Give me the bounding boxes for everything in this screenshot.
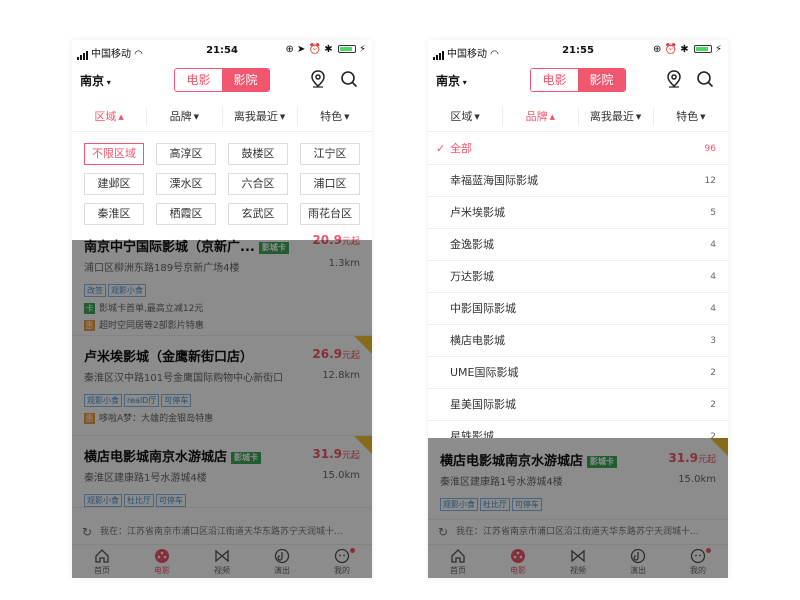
status-icons: ⊕ ➤ ⏰ ✱ ⚡ xyxy=(285,44,366,55)
area-option[interactable]: 浦口区 xyxy=(300,173,360,195)
segment-cinema[interactable]: 影院 xyxy=(222,69,269,91)
checkmark-icon: ✓ xyxy=(436,142,446,155)
area-option[interactable]: 六合区 xyxy=(228,173,288,195)
area-option[interactable]: 建邺区 xyxy=(84,173,144,195)
caret-down-icon: ▼ xyxy=(279,113,286,121)
area-option[interactable]: 溧水区 xyxy=(156,173,216,195)
filter-bar: 区域 ▼ 品牌 ▲ 离我最近 ▼ 特色 ▼ xyxy=(428,102,728,132)
caret-down-icon: ▼ xyxy=(193,113,200,121)
area-option[interactable]: 栖霞区 xyxy=(156,203,216,225)
battery-icon xyxy=(693,45,712,53)
area-dropdown-panel: 不限区域 高淳区 鼓楼区 江宁区 建邺区 溧水区 六合区 浦口区 秦淮区 栖霞区… xyxy=(72,133,372,240)
brand-dropdown-list: ✓ 全部 96 幸福蓝海国际影城 12 卢米埃影城 5 金逸影城 4 万达影城 4 中影国际… xyxy=(428,133,728,439)
filter-nearest[interactable]: 离我最近 ▼ xyxy=(223,107,298,126)
city-selector[interactable]: 南京 ▾ xyxy=(80,72,111,89)
caret-up-icon: ▲ xyxy=(549,113,556,121)
brand-option[interactable]: 星轶影城 2 xyxy=(428,421,728,439)
segment-control: 电影 影院 xyxy=(530,68,626,92)
filter-brand[interactable]: 品牌 ▼ xyxy=(147,107,223,126)
filter-area[interactable]: 区域 ▼ xyxy=(428,107,504,126)
area-option[interactable]: 鼓楼区 xyxy=(228,143,288,165)
phone-screen-brand-filter: 中国移动 ◠ 21:55 ⊕ ⏰ ✱ ⚡ 南京 ▾ 电影 影院 区域 ▼ 品牌 ▲ … xyxy=(428,40,728,578)
search-icon[interactable] xyxy=(340,70,358,88)
brand-option[interactable]: 星美国际影城 2 xyxy=(428,389,728,421)
filter-feature[interactable]: 特色 ▼ xyxy=(654,107,728,126)
filter-brand[interactable]: 品牌 ▲ xyxy=(503,107,579,126)
dim-overlay[interactable] xyxy=(428,438,728,578)
segment-movie[interactable]: 电影 xyxy=(175,69,222,91)
phone-screen-area-filter: 中国移动 ◠ 21:54 ⊕ ➤ ⏰ ✱ ⚡ 南京 ▾ 电影 影院 区域 ▲ 品牌… xyxy=(72,40,372,578)
brand-option[interactable]: 金逸影城 4 xyxy=(428,229,728,261)
dim-overlay[interactable] xyxy=(72,240,372,578)
caret-down-icon: ▼ xyxy=(344,113,350,121)
area-option[interactable]: 江宁区 xyxy=(300,143,360,165)
status-bar: 中国移动 ◠ 21:55 ⊕ ⏰ ✱ ⚡ xyxy=(428,40,728,62)
brand-option[interactable]: 幸福蓝海国际影城 12 xyxy=(428,165,728,197)
status-icons: ⊕ ⏰ ✱ ⚡ xyxy=(653,44,722,55)
search-icon[interactable] xyxy=(696,70,714,88)
status-bar: 中国移动 ◠ 21:54 ⊕ ➤ ⏰ ✱ ⚡ xyxy=(72,40,372,62)
area-option[interactable]: 玄武区 xyxy=(228,203,288,225)
location-pin-icon[interactable] xyxy=(666,70,682,88)
segment-cinema[interactable]: 影院 xyxy=(578,69,625,91)
location-pin-icon[interactable] xyxy=(310,70,326,88)
caret-down-icon: ▼ xyxy=(635,113,642,121)
filter-bar: 区域 ▲ 品牌 ▼ 离我最近 ▼ 特色 ▼ xyxy=(72,102,372,132)
caret-up-icon: ▲ xyxy=(118,113,124,121)
battery-icon xyxy=(337,45,356,53)
city-selector[interactable]: 南京 ▾ xyxy=(436,72,467,89)
caret-down-icon: ▼ xyxy=(700,113,706,121)
filter-feature[interactable]: 特色 ▼ xyxy=(298,107,372,126)
brand-option[interactable]: 中影国际影城 4 xyxy=(428,293,728,325)
brand-option[interactable]: 卢米埃影城 5 xyxy=(428,197,728,229)
caret-down-icon: ▼ xyxy=(474,113,480,121)
area-option[interactable]: 秦淮区 xyxy=(84,203,144,225)
brand-option[interactable]: 横店电影城 3 xyxy=(428,325,728,357)
filter-nearest[interactable]: 离我最近 ▼ xyxy=(579,107,654,126)
filter-area[interactable]: 区域 ▲ xyxy=(72,107,148,126)
brand-option-all[interactable]: ✓ 全部 96 xyxy=(428,133,728,165)
nav-bar: 南京 ▾ 电影 影院 xyxy=(428,64,728,96)
brand-option[interactable]: UME国际影城 2 xyxy=(428,357,728,389)
segment-control: 电影 影院 xyxy=(174,68,270,92)
brand-option[interactable]: 万达影城 4 xyxy=(428,261,728,293)
area-option[interactable]: 雨花台区 xyxy=(300,203,360,225)
area-option-all[interactable]: 不限区域 xyxy=(84,143,144,165)
segment-movie[interactable]: 电影 xyxy=(531,69,578,91)
area-option[interactable]: 高淳区 xyxy=(156,143,216,165)
nav-bar: 南京 ▾ 电影 影院 xyxy=(72,64,372,96)
